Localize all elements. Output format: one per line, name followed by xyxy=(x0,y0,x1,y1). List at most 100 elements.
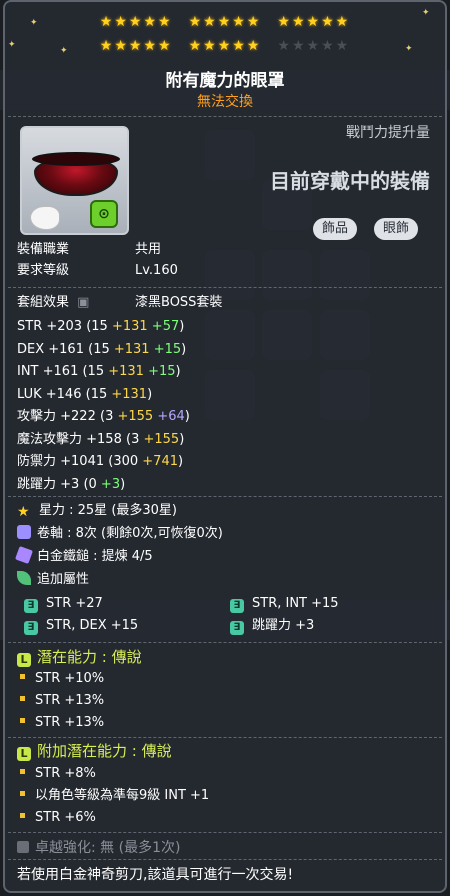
scroll-icon xyxy=(17,525,31,539)
star-group: ★★★★★ xyxy=(189,14,262,30)
star-filled-icon: ★ xyxy=(277,14,292,30)
scissors-notice: 若使用白金神奇剪刀,該道具可進行一次交易! xyxy=(17,867,294,883)
category-tag-accessory: 飾品 xyxy=(313,218,358,240)
bonus-potential-line-text: STR +8% xyxy=(35,766,96,781)
additional-option: ∃ 跳躍力 +3 xyxy=(230,617,314,635)
stat-name: INT xyxy=(17,364,39,379)
exceptional-text: 卓越強化: 無 (最多1次) xyxy=(35,840,181,856)
eye-patch-rim xyxy=(32,152,120,166)
star-filled-icon: ★ xyxy=(188,14,204,30)
stat-row: INT +161 (15 +131 +15) xyxy=(17,363,181,381)
stat-scroll-bonus: +131 xyxy=(107,319,148,334)
star-filled-icon: ★ xyxy=(99,14,115,30)
star-icon: ★ xyxy=(17,504,30,520)
stat-row: 跳躍力 +3 (0 +3) xyxy=(17,476,125,494)
stat-extra-bonus: +15 xyxy=(149,341,182,357)
star-filled-icon: ★ xyxy=(203,38,218,54)
bullet-icon xyxy=(20,674,25,679)
stat-base: (3 xyxy=(121,431,140,447)
potential-line: STR +13% xyxy=(20,714,104,732)
job-label: 裝備職業 xyxy=(17,242,70,257)
flame-icon: ∃ xyxy=(230,599,244,613)
additional-options-row: 追加屬性 xyxy=(17,571,89,589)
star-filled-icon: ★ xyxy=(217,38,233,54)
level-label: 要求等級 xyxy=(17,263,70,278)
bonus-potential-line: 以角色等級為準每9級 INT +1 xyxy=(20,787,209,805)
stat-scroll-bonus: +155 xyxy=(113,409,154,424)
legendary-badge-icon: L xyxy=(17,747,31,761)
set-effect-value: 漆黑BOSS套裝 xyxy=(135,295,223,310)
scroll-row: 卷軸 : 8次 (剩餘0次,可恢復0次) xyxy=(17,525,223,543)
power-increase-label: 戰鬥力提升量 xyxy=(346,125,430,141)
stat-scroll-bonus: +131 xyxy=(107,386,148,402)
stat-base: (15 xyxy=(81,386,108,402)
potential-line-text: STR +10% xyxy=(35,671,105,686)
star-filled-icon: ★ xyxy=(128,14,144,30)
potential-line: STR +13% xyxy=(20,692,104,710)
star-filled-icon: ★ xyxy=(188,38,204,54)
star-group: ★★★★★ xyxy=(277,14,350,30)
stat-name: LUK xyxy=(17,386,42,402)
stat-total: +158 xyxy=(82,431,122,447)
stat-scroll-bonus: +155 xyxy=(139,431,180,447)
bonus-potential-title-text: 附加潛在能力 : 傳說 xyxy=(37,742,172,760)
star-filled-icon: ★ xyxy=(158,38,173,54)
star-row-1: ★★★★★ ★★★★★ ★★★★★ xyxy=(0,14,450,30)
stat-total: +161 xyxy=(44,341,84,357)
bonus-potential-line-text: STR +6% xyxy=(35,810,96,825)
stat-row: 攻擊力 +222 (3 +155 +64) xyxy=(17,408,190,426)
stat-scroll-bonus: +741 xyxy=(138,454,178,469)
star-group: ★★★★★ xyxy=(100,14,173,30)
flame-icon: ∃ xyxy=(230,621,244,635)
bullet-icon xyxy=(20,696,25,701)
legendary-badge-icon: L xyxy=(17,653,31,667)
star-filled-icon: ★ xyxy=(232,38,247,54)
exceptional-icon xyxy=(17,841,29,853)
potential-line-text: STR +13% xyxy=(35,715,105,730)
star-filled-icon: ★ xyxy=(321,14,336,30)
additional-option: ∃ STR, DEX +15 xyxy=(24,617,138,635)
divider xyxy=(8,859,442,860)
starforce-stars: ✦ ✦ ✦ ✦ ✦ ★★★★★ ★★★★★ ★★★★★ ★★★★★ ★★★★★ ★★★★… xyxy=(0,0,450,62)
stat-scroll-bonus: +131 xyxy=(104,364,144,379)
star-empty-icon: ★ xyxy=(306,38,322,54)
starforce-text: 星力 : 25星 (最多30星) xyxy=(39,503,178,518)
job-row: 裝備職業 共用 xyxy=(17,241,161,259)
stat-base: (15 xyxy=(82,319,108,334)
stat-close-paren: ) xyxy=(120,476,126,492)
bullet-icon xyxy=(20,813,25,818)
stat-row: 防禦力 +1041 (300 +741) xyxy=(17,453,183,471)
stat-name: 攻擊力 xyxy=(17,409,57,424)
level-row: 要求等級 Lv.160 xyxy=(17,262,178,280)
stat-total: +203 xyxy=(42,319,83,334)
bonus-potential-line-text: 以角色等級為準每9級 INT +1 xyxy=(35,788,210,803)
bullet-icon xyxy=(20,769,25,774)
star-filled-icon: ★ xyxy=(246,14,262,30)
star-filled-icon: ★ xyxy=(232,14,247,30)
additional-option-text: 跳躍力 +3 xyxy=(252,618,315,633)
stat-name: DEX xyxy=(17,341,45,357)
divider xyxy=(8,116,442,117)
scroll-text: 卷軸 : 8次 (剩餘0次,可恢復0次) xyxy=(37,526,223,541)
set-effect-row[interactable]: 套組效果 ▣ 漆黑BOSS套裝 xyxy=(17,294,222,312)
divider xyxy=(8,737,442,738)
stat-name: STR xyxy=(17,319,43,334)
stat-total: +1041 xyxy=(56,454,105,469)
stat-base: (300 xyxy=(104,454,139,469)
stat-row: STR +203 (15 +131 +57) xyxy=(17,318,184,336)
star-filled-icon: ★ xyxy=(114,38,129,54)
stat-extra-bonus: +3 xyxy=(96,476,121,492)
divider xyxy=(8,287,442,288)
star-filled-icon: ★ xyxy=(99,38,115,54)
star-filled-icon: ★ xyxy=(114,14,129,30)
flame-icon: ∃ xyxy=(24,599,38,613)
star-filled-icon: ★ xyxy=(335,14,351,30)
potential-line-text: STR +13% xyxy=(35,693,105,708)
star-group: ★★★★★ xyxy=(277,38,350,54)
stat-name: 魔法攻擊力 xyxy=(17,431,83,447)
star-filled-icon: ★ xyxy=(203,14,218,30)
bonus-potential-title: L 附加潛在能力 : 傳說 xyxy=(17,741,172,761)
hammer-icon xyxy=(15,546,33,564)
category-tag-eye: 眼飾 xyxy=(374,218,419,240)
stat-extra-bonus: +15 xyxy=(143,364,176,379)
